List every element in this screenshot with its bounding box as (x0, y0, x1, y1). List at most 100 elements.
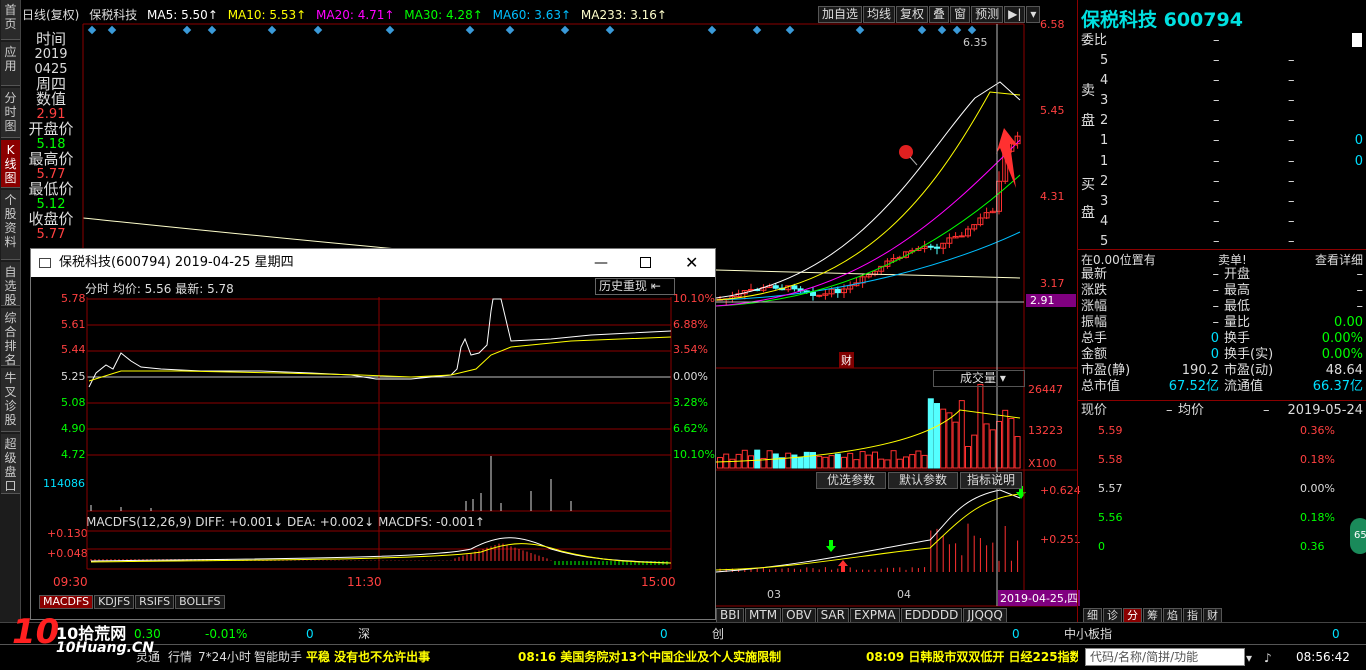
news-item-3[interactable]: 08:09 日韩股市双双低开 日经225指数 (866, 649, 1078, 665)
buy-row[interactable]: 3 – – (1078, 192, 1366, 212)
macd-label-1: +0.624 (1040, 484, 1081, 497)
play-icon[interactable]: ▶| (1004, 6, 1026, 23)
vtab-2[interactable]: 分时图 (1, 88, 20, 138)
vtab-0[interactable]: 首页 (1, 0, 20, 40)
vtab-5[interactable]: 自选股 (1, 262, 20, 306)
right-tab-1[interactable]: 诊 (1103, 608, 1122, 623)
sell-row[interactable]: 3 – – (1078, 91, 1366, 111)
news-item-1[interactable]: 平稳 没有也不允许出事 (306, 649, 430, 665)
stat-label: 最新 (1081, 267, 1108, 282)
dropdown-icon[interactable]: ▾ (1026, 6, 1041, 23)
news-item-2[interactable]: 08:16 美国务院对13个中国企业及个人实施限制 (518, 649, 781, 665)
speaker-icon[interactable]: ♪ (1264, 650, 1272, 666)
buy-row[interactable]: 2 – – (1078, 172, 1366, 192)
tab-jjqqq[interactable]: JJQQQ (963, 608, 1007, 623)
sell-row[interactable]: 1 – – 0 (1078, 131, 1366, 151)
tab-bbi[interactable]: BBI (716, 608, 745, 623)
vtab-4[interactable]: 个股资料 (1, 190, 20, 260)
add-watchlist-button[interactable]: 加自选 (818, 6, 863, 23)
volume-bar (822, 456, 829, 469)
float-badge[interactable]: 65 (1350, 518, 1366, 554)
volume-selector[interactable]: 成交量 ▾ (933, 370, 1025, 387)
right-tab-3[interactable]: 筹 (1143, 608, 1162, 623)
buy-row[interactable]: 4 – – (1078, 212, 1366, 232)
vtab-6[interactable]: 综合排名 (1, 308, 20, 366)
stats-row: 总市值 67.52亿 流通值 66.37亿 (1078, 379, 1366, 395)
right-tab-6[interactable]: 财 (1203, 608, 1222, 623)
tab-expma[interactable]: EXPMA (849, 608, 900, 623)
smart-assistant-button[interactable]: 智能助手 (254, 649, 302, 665)
stats-row: 振幅 – 量比 0.00 (1078, 315, 1366, 331)
buy-price: – (1213, 194, 1220, 209)
pin-needle (909, 156, 918, 166)
sme-index-label[interactable]: 中小板指 (1064, 626, 1112, 642)
period-label[interactable]: 日线(复权) (22, 8, 79, 22)
search-input[interactable]: 代码/名称/简拼/功能 (1085, 648, 1245, 666)
tab-sar[interactable]: SAR (816, 608, 849, 623)
stat-value: – (1212, 315, 1220, 330)
ma-button[interactable]: 均线 (863, 6, 896, 23)
stock-title: 保税科技 600794 (1081, 9, 1243, 31)
volume-unit: X100 (1028, 457, 1057, 470)
search-dropdown-icon[interactable]: ▾ (1246, 650, 1252, 666)
buy-vol: – (1288, 174, 1295, 189)
mini-price: 5.56 (1098, 511, 1123, 524)
volume-bar (754, 449, 761, 469)
sell-price: – (1213, 133, 1220, 148)
event-diamond-2 (182, 25, 192, 35)
overlay-button[interactable]: 叠 (929, 6, 950, 23)
event-diamond-6 (385, 25, 395, 35)
optimal-params-button[interactable]: 优选参数 (816, 472, 886, 489)
default-params-button[interactable]: 默认参数 (888, 472, 958, 489)
volume-bar (772, 453, 779, 469)
vtab-1[interactable]: 应用 (1, 42, 20, 86)
sell-row[interactable]: 2 – – (1078, 111, 1366, 131)
right-tab-2[interactable]: 分 (1123, 608, 1142, 623)
mini-pct: 0.36% (1300, 424, 1335, 437)
sme-index-vol: 0 (1332, 627, 1340, 641)
news-24h-button[interactable]: 7*24小时 (198, 649, 251, 665)
stats-row: 市盈(静) 190.2 市盈(动) 48.64 (1078, 363, 1366, 379)
stat-label: 流通值 (1224, 379, 1264, 394)
event-diamond-1 (107, 25, 117, 35)
stat-value: 48.64 (1325, 363, 1363, 378)
volume-bar (983, 423, 990, 469)
buy-row[interactable]: 1 – – 0 (1078, 152, 1366, 172)
weibi-row: 委比 – (1078, 31, 1366, 51)
right-tab-4[interactable]: 焰 (1163, 608, 1182, 623)
forecast-button[interactable]: 预测 (971, 6, 1004, 23)
volume-bar (890, 450, 897, 469)
finance-marker[interactable]: 财 (839, 352, 854, 368)
vtab-7[interactable]: 牛叉诊股 (1, 368, 20, 432)
price-label-top: 6.58 (1040, 18, 1065, 31)
ma5-line (715, 81, 1021, 299)
sell-row[interactable]: 4 – – (1078, 71, 1366, 91)
index-row: 0.30 -0.01% 0 深 0 创 0 中小板指 0 (0, 622, 1366, 644)
volume-label: 成交量 (960, 371, 997, 385)
stat-label: 市盈(动) (1224, 363, 1274, 378)
event-diamond-15 (917, 25, 927, 35)
chinext-label[interactable]: 创 (712, 626, 724, 642)
volume-bar (785, 452, 792, 469)
stat-value: – (1212, 299, 1220, 314)
stat-label: 开盘 (1224, 267, 1251, 282)
indicator-help-button[interactable]: 指标说明 (960, 472, 1022, 489)
shenzhen-label[interactable]: 深 (358, 626, 370, 642)
tab-eddddd[interactable]: EDDDDD (900, 608, 963, 623)
stat-value: – (1212, 283, 1220, 298)
volume-bar (1014, 436, 1021, 469)
window-button[interactable]: 窗 (950, 6, 971, 23)
stat-value: 0 (1210, 347, 1219, 362)
right-tab-5[interactable]: 指 (1183, 608, 1202, 623)
weibi-toggle[interactable] (1352, 33, 1362, 47)
tab-mtm[interactable]: MTM (745, 608, 782, 623)
vtab-8[interactable]: 超级盘口 (1, 434, 20, 494)
info-open-label: 开盘价 (28, 120, 74, 138)
right-tab-0[interactable]: 细 (1083, 608, 1102, 623)
adjust-button[interactable]: 复权 (896, 6, 929, 23)
market-button[interactable]: 行情 (168, 649, 192, 665)
tab-obv[interactable]: OBV (782, 608, 816, 623)
vtab-3[interactable]: K线图 (1, 140, 20, 188)
sell-row[interactable]: 5 – – (1078, 51, 1366, 71)
event-diamond-8 (505, 25, 515, 35)
